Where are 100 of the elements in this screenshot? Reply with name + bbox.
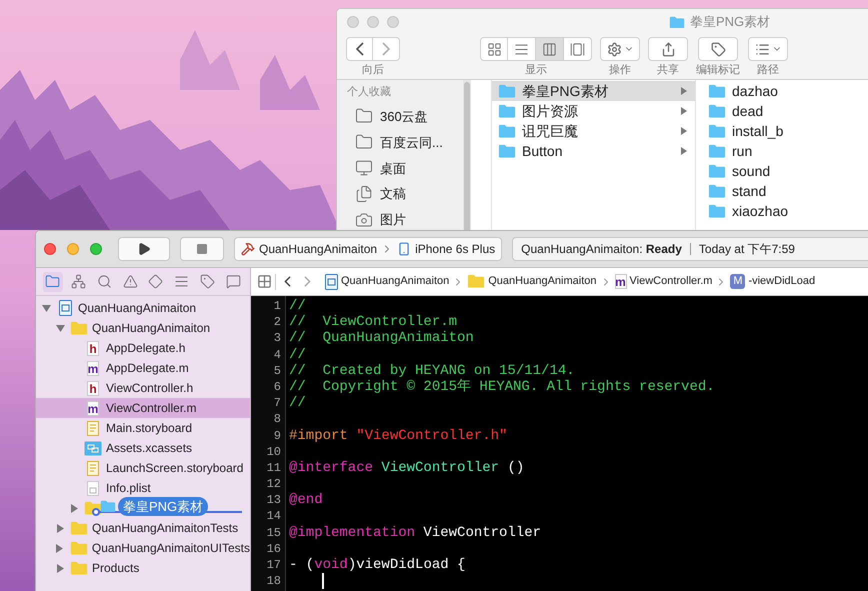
assets-folder-icon (84, 440, 102, 456)
icon-view-icon (486, 42, 502, 56)
view-mode-button[interactable] (536, 37, 564, 61)
line-number: 15 (266, 524, 282, 541)
status-text: QuanHuangAnimaiton: Ready (521, 241, 682, 258)
back-button[interactable] (346, 37, 373, 61)
hierarchy-icon (71, 274, 86, 289)
sidebar-item[interactable]: 桌面 (347, 155, 463, 182)
breadcrumb-item[interactable]: m ViewController.m (614, 273, 712, 290)
navigator-tab[interactable] (42, 272, 63, 292)
code-token: ViewController (422, 524, 542, 541)
folder-row[interactable]: 拳皇PNG素材 (492, 81, 695, 101)
toolbar-label: 显示 (525, 64, 547, 77)
code-token: #import (289, 428, 349, 444)
navigator-row[interactable]: m AppDelegate.m (36, 358, 250, 378)
folder-row[interactable]: install_b (702, 121, 868, 141)
code-token: @implementation (289, 524, 416, 541)
code-token: )viewDidLoad { (348, 557, 466, 574)
desktop-icon (355, 159, 373, 178)
navigator-row[interactable]: Products (36, 558, 250, 578)
folder-icon (708, 104, 726, 118)
storyboard-file-icon (87, 420, 99, 436)
folder-row[interactable]: stand (702, 181, 868, 201)
tag-button[interactable] (698, 37, 738, 61)
message-icon (226, 274, 241, 289)
storyboard-file-icon (87, 460, 99, 476)
sidebar-item[interactable]: 文稿 (347, 181, 463, 208)
line-number: 16 (266, 540, 282, 557)
navigator-row[interactable]: LaunchScreen.storyboard (36, 458, 250, 478)
folder-row[interactable]: Button (492, 141, 695, 161)
code-token: // Copyright © 2015年 HEYANG. All rights reserved. (289, 378, 715, 396)
stop-button[interactable] (180, 237, 224, 261)
method-icon: M (730, 274, 746, 289)
device-icon (397, 242, 412, 256)
folder-row[interactable]: run (702, 141, 868, 161)
line-number: 11 (266, 460, 282, 476)
toolbar-label: 路径 (757, 64, 779, 77)
navigator-row[interactable]: Info.plist (36, 478, 250, 498)
close-button[interactable] (44, 243, 56, 255)
folder-icon (70, 540, 88, 556)
folder-icon (708, 144, 726, 158)
code-token: // (289, 346, 306, 363)
navigator-row[interactable]: Assets.xcassets (36, 438, 250, 458)
toolbar-label: 共享 (657, 64, 679, 77)
breadcrumb-item[interactable]: M -viewDidLoad (730, 273, 816, 290)
sidebar-item[interactable]: 360云盘 (347, 104, 463, 130)
source-file-icon: m (614, 274, 626, 289)
navigator-row[interactable]: 拳皇PNG素材 (36, 498, 250, 518)
drop-point-icon (92, 508, 100, 516)
navigator-row[interactable]: h AppDelegate.h (36, 338, 250, 358)
view-mode-button[interactable] (564, 37, 592, 61)
documents-icon (355, 185, 373, 204)
navigator-row[interactable]: QuanHuangAnimaiton (36, 298, 250, 318)
breakpoint-icon (200, 274, 215, 289)
code-token: void (314, 557, 348, 574)
view-mode-button[interactable] (480, 37, 508, 61)
toolbar-label: 编辑标记 (696, 64, 740, 77)
sidebar-item[interactable]: 图片 (347, 207, 463, 233)
toolbar-label: 向后 (362, 64, 384, 77)
navigator-row[interactable]: h ViewController.h (36, 378, 250, 398)
folder-row[interactable]: 诅咒巨魔 (492, 121, 695, 141)
run-button[interactable] (118, 237, 170, 261)
folder-row[interactable]: dead (702, 101, 868, 121)
share-button[interactable] (648, 37, 688, 61)
folder-row[interactable]: 图片资源 (492, 101, 695, 121)
breadcrumb-item[interactable]: QuanHuangAnimaiton (467, 273, 596, 290)
app-icon (241, 242, 255, 256)
folder-row[interactable]: xiaozhao (702, 201, 868, 221)
path-button[interactable] (748, 37, 788, 61)
navigator-row[interactable]: Main.storyboard (36, 418, 250, 438)
sidebar-item[interactable]: 百度云同... (347, 129, 463, 156)
line-number: 6 (272, 378, 282, 396)
line-number: 2 (272, 314, 282, 330)
breadcrumb-item[interactable]: QuanHuangAnimaiton (325, 273, 450, 290)
related-items-icon[interactable] (257, 274, 272, 289)
zoom-button[interactable] (90, 243, 102, 255)
column-view-icon (542, 42, 557, 56)
folder-icon (498, 144, 516, 158)
folder-icon (70, 520, 88, 536)
code-token: - ( (289, 557, 314, 574)
source-file-icon: m (87, 400, 99, 416)
view-mode-button[interactable] (508, 37, 536, 61)
folder-icon (70, 320, 88, 336)
navigator-row[interactable]: m ViewController.m (36, 398, 250, 418)
line-number: 1 (272, 298, 282, 314)
line-number: 10 (266, 444, 282, 460)
code-token: "ViewController.h" (356, 428, 508, 444)
line-number: 12 (266, 476, 282, 492)
navigator-row[interactable]: QuanHuangAnimaiton (36, 318, 250, 338)
line-number: 4 (272, 346, 282, 363)
scheme-selector[interactable]: QuanHuangAnimaiton iPhone 6s Plus (234, 237, 502, 261)
play-icon (137, 242, 151, 256)
navigator-row[interactable]: QuanHuangAnimaitonUITests (36, 538, 250, 558)
folder-row[interactable]: dazhao (702, 81, 868, 101)
folder-row[interactable]: sound (702, 161, 868, 181)
navigator-row[interactable]: QuanHuangAnimaitonTests (36, 518, 250, 538)
toolbar-label: 操作 (609, 64, 631, 77)
project-file-icon (58, 300, 72, 316)
action-button[interactable] (600, 37, 640, 61)
camera-icon (355, 211, 373, 230)
